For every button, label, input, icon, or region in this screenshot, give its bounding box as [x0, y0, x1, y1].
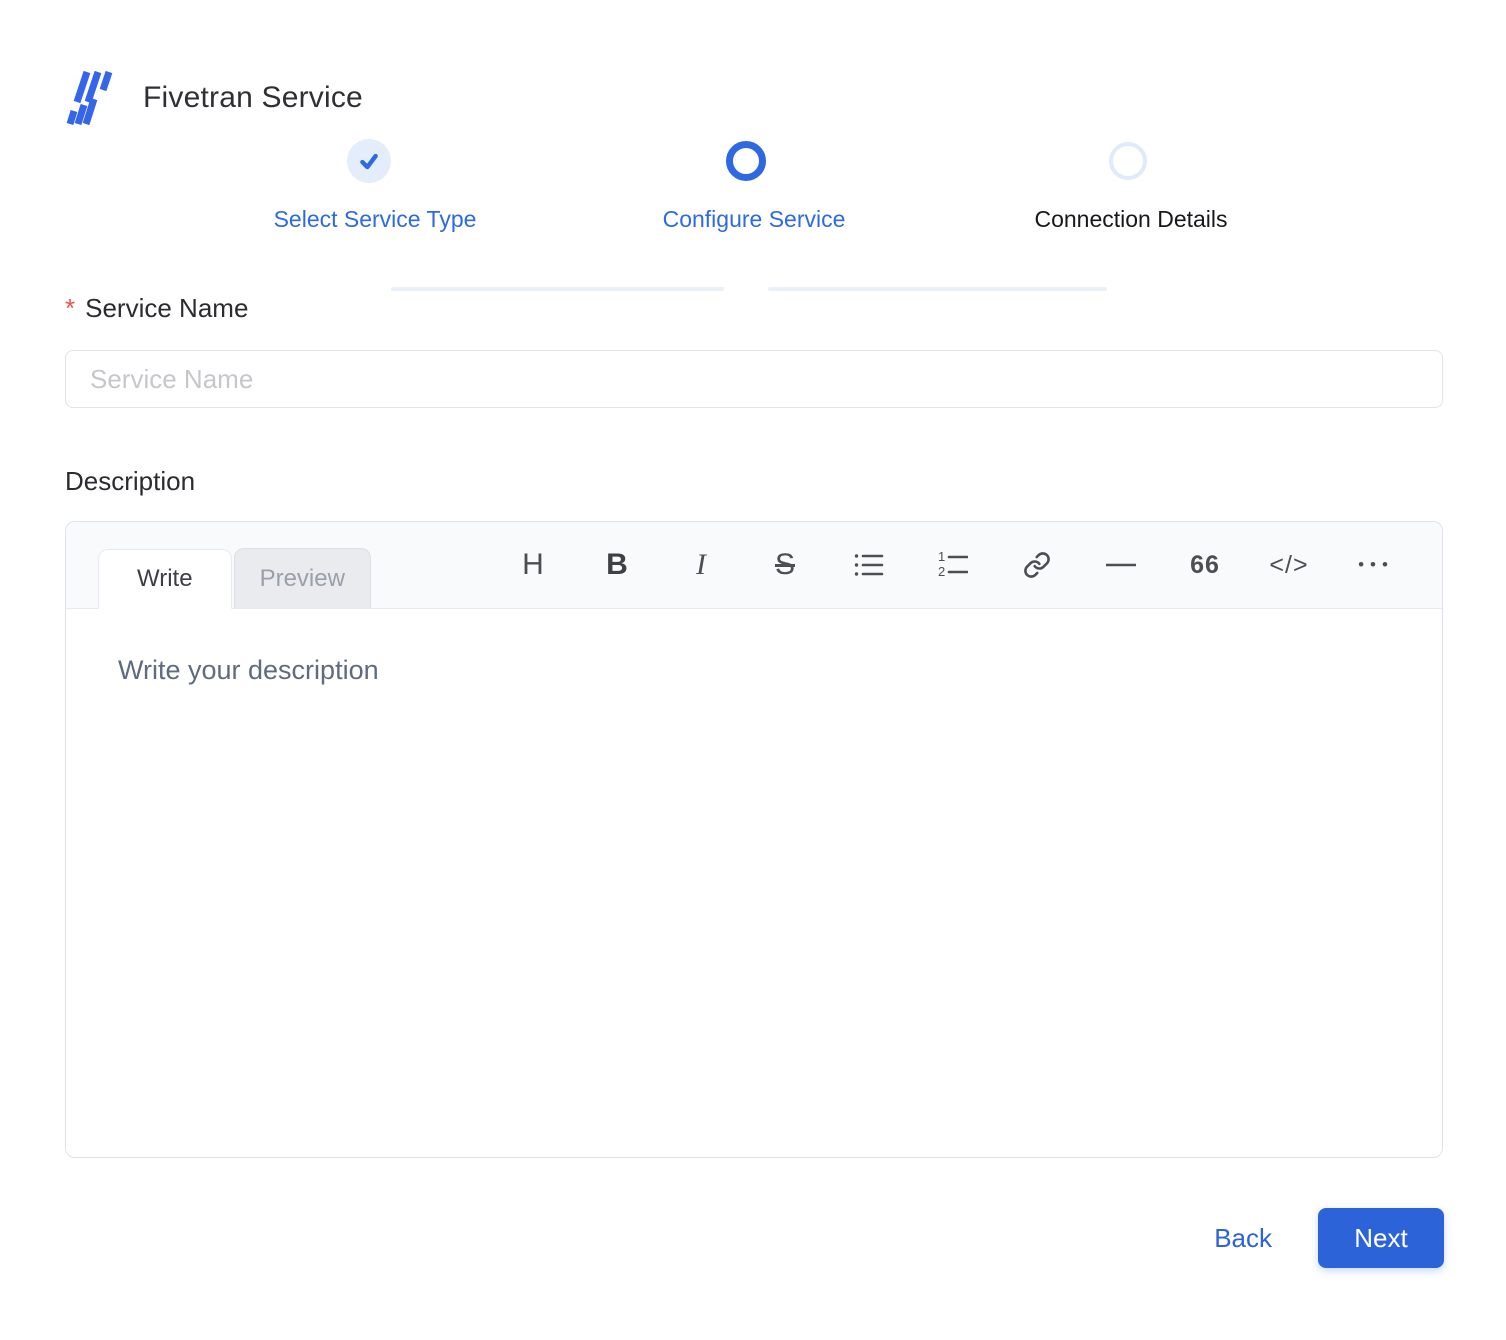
strikethrough-icon[interactable]: S [743, 535, 827, 595]
back-button[interactable]: Back [1214, 1223, 1272, 1254]
page-header: Fivetran Service [0, 0, 1506, 128]
service-name-label-text: Service Name [85, 293, 249, 323]
required-marker: * [65, 293, 76, 323]
code-icon[interactable]: </> [1247, 535, 1331, 595]
step-label-configure-service[interactable]: Configure Service [663, 206, 846, 233]
editor-header: Write Preview H B I S 1 2 66 </> ••• [66, 522, 1442, 609]
wizard-footer: Back Next [0, 1208, 1506, 1268]
heading-icon[interactable]: H [491, 535, 575, 595]
editor-toolbar: H B I S 1 2 66 </> ••• [491, 522, 1415, 608]
step-circle-upcoming [1109, 142, 1147, 180]
step-label-connection-details: Connection Details [1034, 206, 1228, 232]
link-icon[interactable] [995, 535, 1079, 595]
step-connector [391, 287, 724, 291]
svg-text:2: 2 [938, 564, 945, 579]
wizard-stepper: Select Service Type Configure Service Co… [0, 128, 1506, 291]
editor-tabs: Write Preview [98, 548, 371, 609]
service-name-input[interactable] [65, 350, 1443, 408]
step-circle-active[interactable] [726, 141, 766, 181]
markdown-editor: Write Preview H B I S 1 2 66 </> ••• Wri… [65, 521, 1443, 1158]
italic-icon[interactable]: I [659, 535, 743, 595]
editor-body [66, 609, 1442, 1157]
quote-icon[interactable]: 66 [1163, 535, 1247, 595]
next-button[interactable]: Next [1318, 1208, 1444, 1268]
description-label: Description [65, 466, 196, 496]
description-textarea[interactable] [66, 609, 1442, 1157]
ordered-list-icon[interactable]: 1 2 [911, 535, 995, 595]
check-icon [360, 153, 378, 170]
svg-text:1: 1 [938, 551, 945, 564]
horizontal-rule-icon[interactable] [1079, 535, 1163, 595]
step-connector [768, 287, 1107, 291]
more-icon[interactable]: ••• [1331, 535, 1415, 595]
fivetran-logo [66, 70, 113, 126]
tab-write[interactable]: Write [98, 549, 232, 609]
page-title: Fivetran Service [143, 81, 363, 114]
bold-icon[interactable]: B [575, 535, 659, 595]
step-circle-completed[interactable] [347, 139, 391, 183]
tab-preview[interactable]: Preview [233, 548, 371, 608]
step-label-select-service-type[interactable]: Select Service Type [274, 206, 477, 233]
service-name-label: * Service Name [65, 292, 1441, 324]
unordered-list-icon[interactable] [827, 535, 911, 595]
